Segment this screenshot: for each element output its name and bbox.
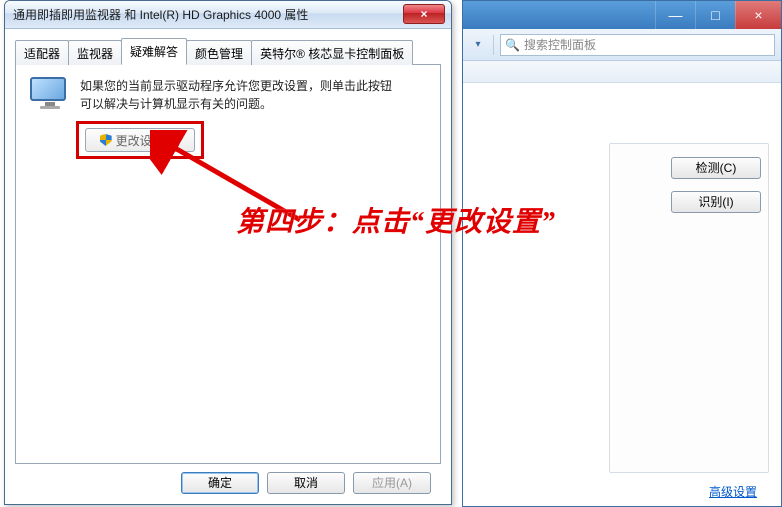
uac-shield-icon [100, 134, 112, 146]
bg-titlebar: — □ × [463, 1, 781, 29]
bg-close-button[interactable]: × [735, 1, 781, 29]
search-placeholder: 搜索控制面板 [524, 36, 596, 53]
search-input[interactable]: 🔍 搜索控制面板 [500, 34, 775, 56]
info-line-2: 可以解决与计算机显示有关的问题。 [80, 95, 392, 113]
dialog-footer: 确定 取消 应用(A) [15, 464, 441, 504]
bg-toolbar: ▾ 🔍 搜索控制面板 [463, 29, 781, 61]
bg-body: 检测(C) 识别(I) 高级设置 [463, 83, 781, 506]
dialog-close-button[interactable]: × [403, 4, 445, 24]
properties-dialog: 通用即插即用监视器 和 Intel(R) HD Graphics 4000 属性… [4, 0, 452, 505]
bg-maximize-button[interactable]: □ [695, 1, 735, 29]
tab-monitor[interactable]: 监视器 [68, 40, 122, 65]
search-icon: 🔍 [505, 38, 520, 52]
cancel-button[interactable]: 取消 [267, 472, 345, 494]
tab-intel-graphics[interactable]: 英特尔® 核芯显卡控制面板 [251, 40, 413, 65]
toolbar-divider [493, 35, 494, 55]
dialog-titlebar: 通用即插即用监视器 和 Intel(R) HD Graphics 4000 属性… [5, 1, 451, 29]
ok-button[interactable]: 确定 [181, 472, 259, 494]
bg-minimize-button[interactable]: — [655, 1, 695, 29]
detect-button[interactable]: 检测(C) [671, 157, 761, 179]
change-settings-button[interactable]: 更改设置(C) [85, 128, 195, 152]
dialog-body: 适配器 监视器 疑难解答 颜色管理 英特尔® 核芯显卡控制面板 如果您的当前显示… [5, 29, 451, 504]
info-line-1: 如果您的当前显示驱动程序允许您更改设置，则单击此按钮 [80, 77, 392, 95]
change-settings-label: 更改设置(C) [116, 132, 181, 149]
bg-menubar [463, 61, 781, 83]
monitor-icon [30, 77, 70, 111]
tab-color-management[interactable]: 颜色管理 [186, 40, 252, 65]
highlight-box: 更改设置(C) [76, 121, 204, 159]
tab-adapter[interactable]: 适配器 [15, 40, 69, 65]
background-window: — □ × ▾ 🔍 搜索控制面板 检测(C) 识别(I) 高级设置 [462, 0, 782, 507]
dialog-title-text: 通用即插即用监视器 和 Intel(R) HD Graphics 4000 属性 [13, 6, 308, 23]
tab-pane-troubleshoot: 如果您的当前显示驱动程序允许您更改设置，则单击此按钮 可以解决与计算机显示有关的… [15, 65, 441, 464]
tab-troubleshoot[interactable]: 疑难解答 [121, 38, 187, 65]
annotation-text: 第四步：点击“更改设置” [236, 200, 556, 240]
advanced-settings-link[interactable]: 高级设置 [709, 483, 757, 500]
identify-button[interactable]: 识别(I) [671, 191, 761, 213]
tab-strip: 适配器 监视器 疑难解答 颜色管理 英特尔® 核芯显卡控制面板 [15, 37, 441, 65]
nav-dropdown-icon[interactable]: ▾ [469, 36, 487, 54]
info-text: 如果您的当前显示驱动程序允许您更改设置，则单击此按钮 可以解决与计算机显示有关的… [80, 77, 392, 113]
info-row: 如果您的当前显示驱动程序允许您更改设置，则单击此按钮 可以解决与计算机显示有关的… [30, 77, 426, 113]
apply-button[interactable]: 应用(A) [353, 472, 431, 494]
